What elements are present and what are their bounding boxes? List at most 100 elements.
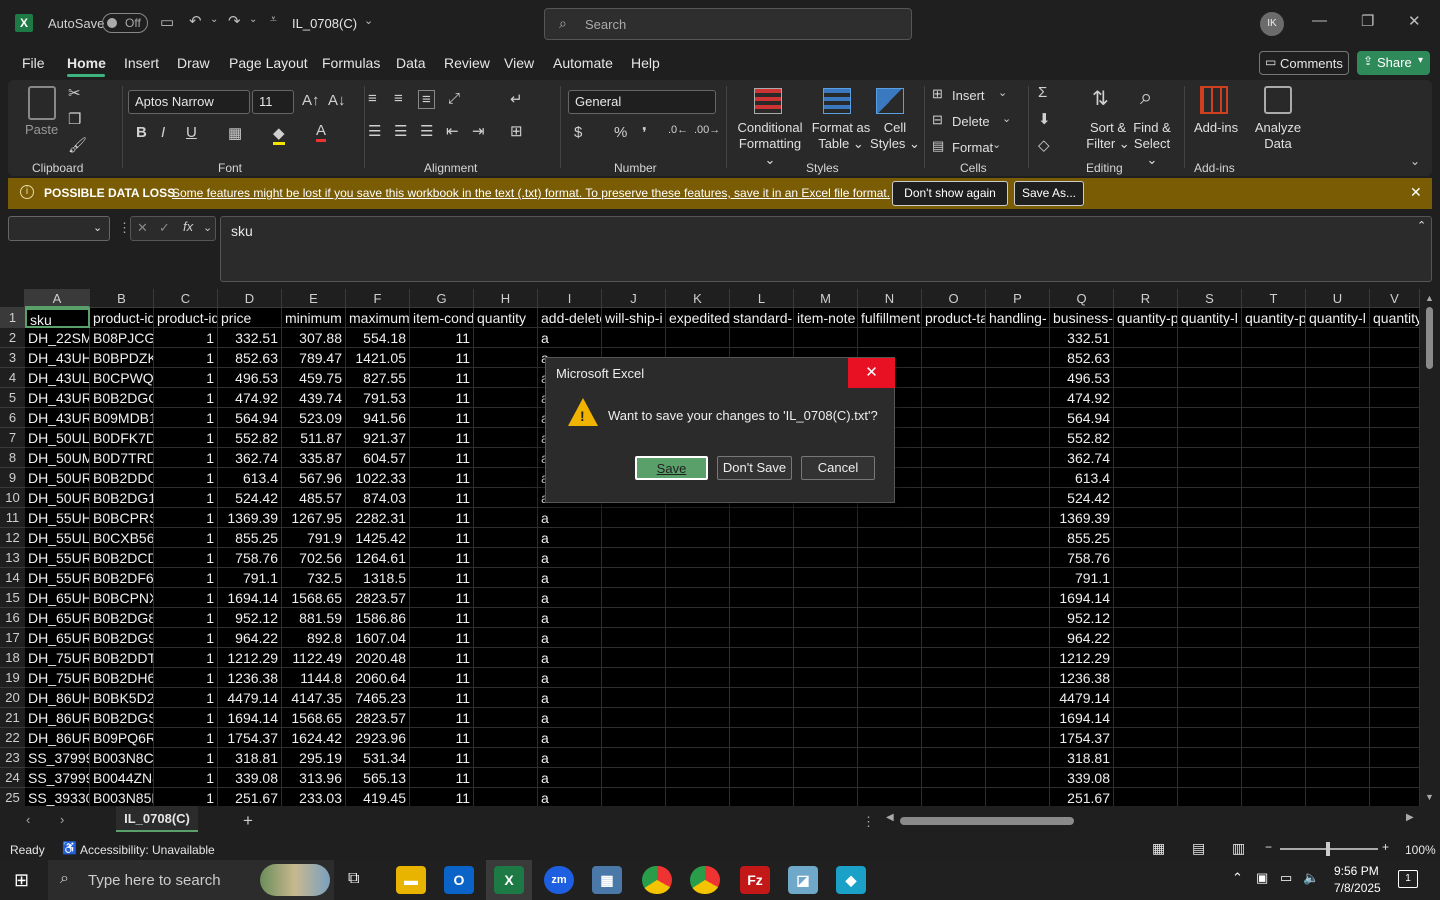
- table-cell[interactable]: 362.74: [1050, 448, 1114, 468]
- table-cell[interactable]: 11: [410, 448, 474, 468]
- align-bottom-icon[interactable]: ≡: [418, 90, 435, 109]
- table-cell[interactable]: [1114, 448, 1178, 468]
- table-cell[interactable]: DH_86UR3: [25, 708, 90, 728]
- table-cell[interactable]: B0B2DDT3: [90, 648, 154, 668]
- table-cell[interactable]: [1370, 488, 1420, 508]
- table-cell[interactable]: 852.63: [1050, 348, 1114, 368]
- percent-icon[interactable]: %: [614, 124, 627, 141]
- table-cell[interactable]: [1178, 788, 1242, 806]
- prev-sheet-icon[interactable]: ‹: [26, 812, 30, 827]
- table-cell[interactable]: [858, 728, 922, 748]
- increase-font-icon[interactable]: A↑: [302, 92, 320, 109]
- table-cell[interactable]: [1178, 528, 1242, 548]
- table-cell[interactable]: 2060.64: [346, 668, 410, 688]
- table-cell[interactable]: [666, 588, 730, 608]
- restore-icon[interactable]: ❐: [1361, 12, 1374, 30]
- table-cell[interactable]: [1306, 688, 1370, 708]
- table-cell[interactable]: [1306, 528, 1370, 548]
- table-cell[interactable]: 295.19: [282, 748, 346, 768]
- table-cell[interactable]: [986, 708, 1050, 728]
- table-cell[interactable]: [922, 568, 986, 588]
- table-cell[interactable]: 318.81: [1050, 748, 1114, 768]
- table-cell[interactable]: 1369.39: [218, 508, 282, 528]
- table-cell[interactable]: [1370, 348, 1420, 368]
- table-cell[interactable]: [1114, 488, 1178, 508]
- table-cell[interactable]: a: [538, 788, 602, 806]
- table-cell[interactable]: DH_65UH5: [25, 588, 90, 608]
- table-cell[interactable]: [474, 568, 538, 588]
- confirm-entry-icon[interactable]: ✓: [159, 220, 170, 236]
- table-cell[interactable]: [922, 768, 986, 788]
- table-cell[interactable]: [666, 548, 730, 568]
- table-cell[interactable]: 313.96: [282, 768, 346, 788]
- table-cell[interactable]: 332.51: [1050, 328, 1114, 348]
- table-cell[interactable]: [794, 568, 858, 588]
- table-cell[interactable]: 11: [410, 328, 474, 348]
- table-cell[interactable]: [794, 748, 858, 768]
- menu-file[interactable]: File: [22, 55, 45, 71]
- table-cell[interactable]: [986, 668, 1050, 688]
- zoom-out-icon[interactable]: −: [1265, 840, 1272, 854]
- table-cell[interactable]: [730, 608, 794, 628]
- table-cell[interactable]: 1421.05: [346, 348, 410, 368]
- table-cell[interactable]: SS_379991: [25, 768, 90, 788]
- table-cell[interactable]: DH_50UL3: [25, 428, 90, 448]
- row-header[interactable]: 14: [0, 568, 25, 588]
- table-cell[interactable]: 11: [410, 568, 474, 588]
- table-cell[interactable]: 318.81: [218, 748, 282, 768]
- table-cell[interactable]: 11: [410, 468, 474, 488]
- table-cell[interactable]: a: [538, 588, 602, 608]
- table-cell[interactable]: 11: [410, 688, 474, 708]
- table-cell[interactable]: [602, 548, 666, 568]
- delete-chevron-icon[interactable]: ⌄: [1002, 112, 1011, 125]
- table-cell[interactable]: [730, 768, 794, 788]
- table-cell[interactable]: [602, 748, 666, 768]
- menu-insert[interactable]: Insert: [124, 55, 159, 71]
- table-cell[interactable]: DH_75UR3: [25, 648, 90, 668]
- table-cell[interactable]: [1114, 648, 1178, 668]
- table-cell[interactable]: [986, 568, 1050, 588]
- tray-app-icon[interactable]: ▣: [1256, 870, 1268, 886]
- table-cell[interactable]: 1: [154, 748, 218, 768]
- table-cell[interactable]: 1694.14: [1050, 708, 1114, 728]
- insert-cells-button[interactable]: Insert: [952, 88, 985, 104]
- table-cell[interactable]: 419.45: [346, 788, 410, 806]
- table-cell[interactable]: 11: [410, 508, 474, 528]
- row-header[interactable]: 8: [0, 448, 25, 468]
- table-cell[interactable]: 852.63: [218, 348, 282, 368]
- table-cell[interactable]: B0B2DG8P: [90, 608, 154, 628]
- row-header[interactable]: 6: [0, 408, 25, 428]
- row-header[interactable]: 21: [0, 708, 25, 728]
- format-as-table-button[interactable]: Format as Table ⌄: [810, 120, 872, 152]
- table-cell[interactable]: [794, 648, 858, 668]
- table-cell[interactable]: [858, 588, 922, 608]
- table-cell[interactable]: [1306, 628, 1370, 648]
- table-cell[interactable]: 1: [154, 408, 218, 428]
- table-cell[interactable]: 11: [410, 408, 474, 428]
- font-size-dropdown[interactable]: 11: [252, 90, 294, 114]
- table-cell[interactable]: 4479.14: [1050, 688, 1114, 708]
- table-cell[interactable]: [986, 588, 1050, 608]
- table-cell[interactable]: 892.8: [282, 628, 346, 648]
- table-cell[interactable]: [1114, 428, 1178, 448]
- table-cell[interactable]: 251.67: [218, 788, 282, 806]
- table-cell[interactable]: [1114, 508, 1178, 528]
- table-cell[interactable]: [730, 588, 794, 608]
- decrease-indent-icon[interactable]: ⇤: [446, 122, 459, 140]
- table-cell[interactable]: [730, 708, 794, 728]
- comma-style-icon[interactable]: ❜: [642, 124, 647, 142]
- table-cell[interactable]: [666, 328, 730, 348]
- table-cell[interactable]: [1114, 788, 1178, 806]
- table-cell[interactable]: [666, 668, 730, 688]
- table-cell[interactable]: [474, 528, 538, 548]
- table-cell[interactable]: [602, 708, 666, 728]
- table-cell[interactable]: 485.57: [282, 488, 346, 508]
- chrome-profile-icon[interactable]: [690, 866, 720, 894]
- table-cell[interactable]: [1306, 468, 1370, 488]
- table-cell[interactable]: a: [538, 608, 602, 628]
- table-cell[interactable]: B0D7TRD3: [90, 448, 154, 468]
- table-cell[interactable]: 1: [154, 588, 218, 608]
- table-cell[interactable]: [922, 708, 986, 728]
- menu-data[interactable]: Data: [396, 55, 426, 71]
- file-explorer-icon[interactable]: ▬: [396, 866, 426, 894]
